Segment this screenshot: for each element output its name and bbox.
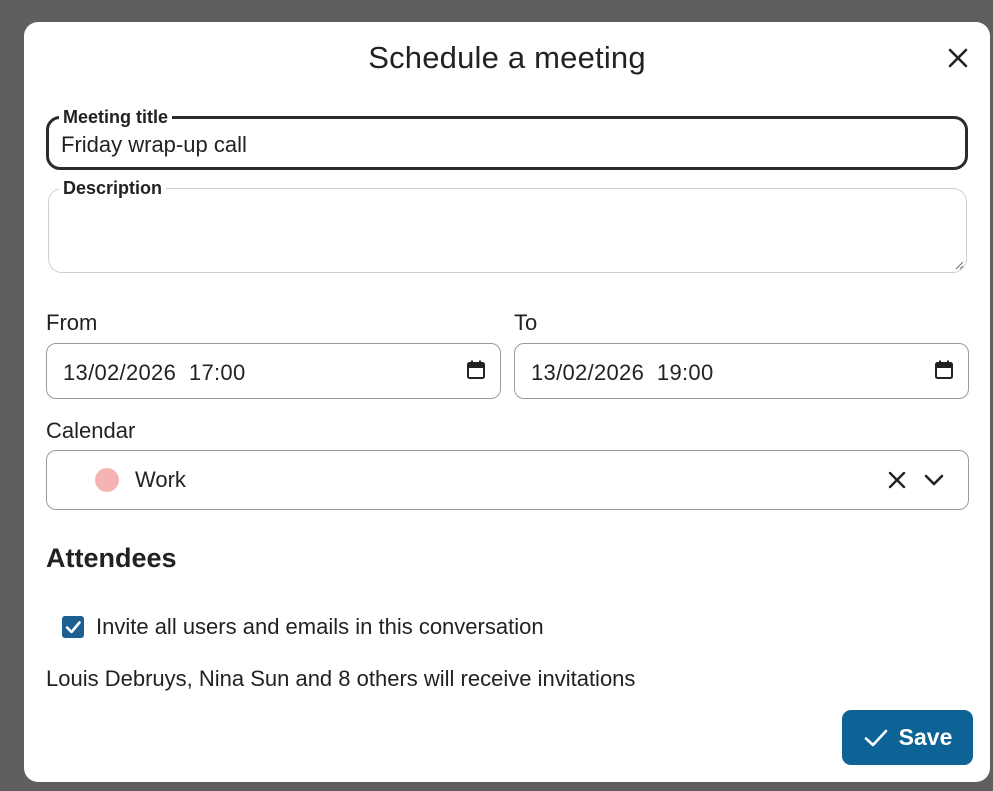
check-icon xyxy=(864,729,887,746)
clear-icon[interactable] xyxy=(886,469,908,491)
invitation-summary: Louis Debruys, Nina Sun and 8 others wil… xyxy=(46,666,636,691)
calendar-label: Calendar xyxy=(46,418,136,443)
chevron-down-icon[interactable] xyxy=(922,469,946,491)
calendar-select-value: Work xyxy=(135,467,186,492)
from-label: From xyxy=(46,310,98,335)
meeting-title-input[interactable]: Friday wrap-up call xyxy=(61,132,247,158)
save-button-label: Save xyxy=(898,724,953,750)
invite-all-label[interactable]: Invite all users and emails in this conv… xyxy=(96,614,544,640)
description-field[interactable]: Description xyxy=(48,179,967,273)
to-datetime-value: 13/02/2026 19:00 xyxy=(531,360,714,385)
close-button[interactable] xyxy=(944,44,972,72)
calendar-select[interactable]: Work xyxy=(46,450,969,510)
from-datetime-value: 13/02/2026 17:00 xyxy=(63,360,246,385)
close-icon[interactable] xyxy=(944,44,972,72)
calendar-icon[interactable] xyxy=(466,359,486,381)
schedule-meeting-dialog: Schedule a meeting Meeting title Friday … xyxy=(24,22,990,782)
calendar-color-dot xyxy=(95,468,119,492)
to-label: To xyxy=(514,310,538,335)
calendar-icon[interactable] xyxy=(934,359,954,381)
dialog-title: Schedule a meeting xyxy=(368,40,646,75)
attendees-heading: Attendees xyxy=(46,543,177,573)
description-label: Description xyxy=(63,178,163,198)
meeting-title-label: Meeting title xyxy=(63,107,169,127)
to-datetime-input[interactable]: 13/02/2026 19:00 xyxy=(514,343,969,399)
meeting-title-field[interactable]: Meeting title Friday wrap-up call xyxy=(46,108,968,170)
save-button[interactable]: Save xyxy=(842,710,973,765)
resize-handle-icon[interactable] xyxy=(954,260,964,270)
invite-all-checkbox[interactable] xyxy=(62,616,84,638)
description-outline: Description xyxy=(48,179,967,273)
from-datetime-input[interactable]: 13/02/2026 17:00 xyxy=(46,343,501,399)
check-icon xyxy=(62,616,84,638)
